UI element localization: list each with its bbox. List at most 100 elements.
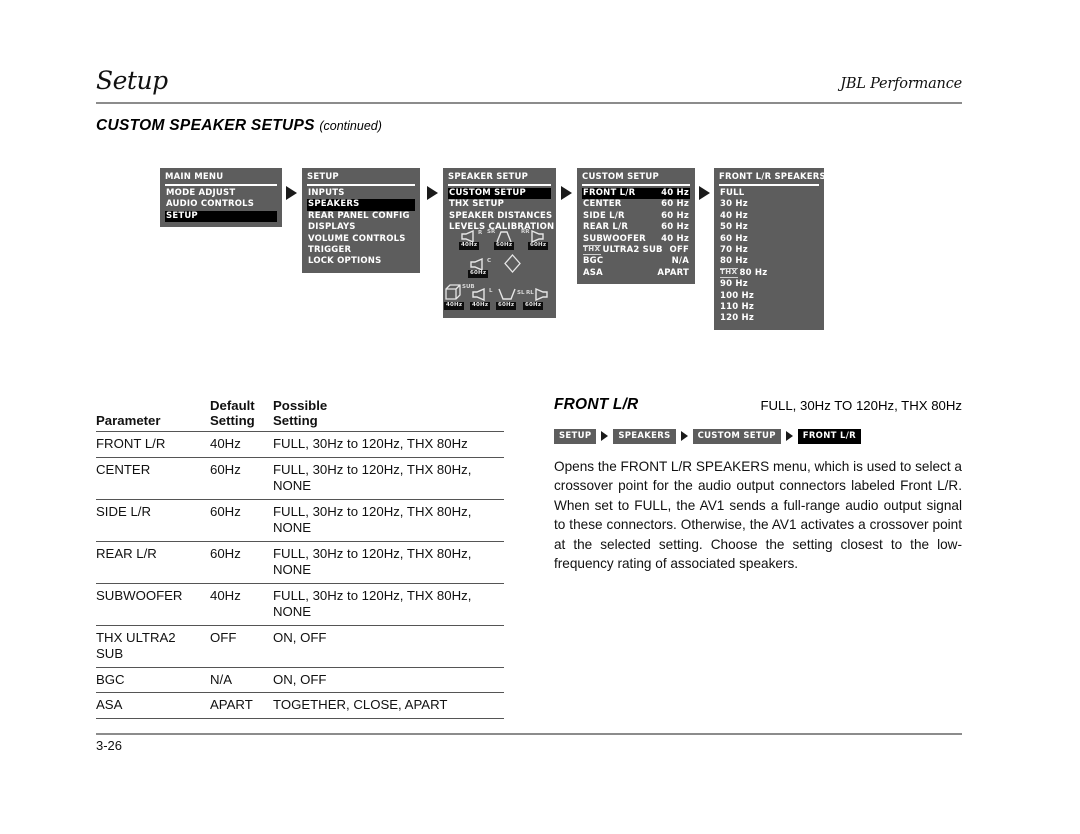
osd-option-110hz[interactable]: 110 Hz [719, 302, 819, 313]
speaker-freq-front-right: 40Hz [459, 242, 480, 250]
table-header-row: Parameter Default Setting Possible Setti… [96, 398, 504, 432]
osd-item-volume-controls[interactable]: VOLUME CONTROLS [307, 234, 415, 245]
cell-default: 60Hz [210, 461, 241, 477]
osd-row-rear-lr[interactable]: REAR L/R 60 Hz [582, 222, 690, 233]
breadcrumb-item-speakers[interactable]: SPEAKERS [613, 428, 676, 444]
parameter-table: Parameter Default Setting Possible Setti… [96, 398, 504, 719]
osd-row-value: 40 Hz [661, 233, 689, 244]
breadcrumb-item-front-lr[interactable]: FRONT L/R [797, 428, 861, 444]
osd-row-label: SIDE L/R [583, 210, 625, 221]
column-header-default-line1: Default [210, 398, 255, 413]
osd-option-70hz[interactable]: 70 Hz [719, 245, 819, 256]
osd-item-displays[interactable]: DISPLAYS [307, 222, 415, 233]
osd-option-90hz[interactable]: 90 Hz [719, 279, 819, 290]
osd-item-speakers[interactable]: SPEAKERS [307, 199, 415, 211]
osd-title-custom-setup: CUSTOM SETUP [582, 172, 659, 182]
osd-row-center[interactable]: CENTER 60 Hz [582, 199, 690, 210]
osd-title-main-menu: MAIN MENU [165, 172, 224, 182]
osd-panel-setup: SETUP INPUTS SPEAKERS REAR PANEL CONFIG … [302, 168, 420, 273]
table-row: SUBWOOFER 40Hz FULL, 30Hz to 120Hz, THX … [96, 583, 504, 625]
osd-item-rear-panel-config[interactable]: REAR PANEL CONFIG [307, 211, 415, 222]
osd-option-60hz[interactable]: 60 Hz [719, 234, 819, 245]
breadcrumb: SETUP SPEAKERS CUSTOM SETUP FRONT L/R [554, 428, 962, 444]
front-lr-body-text: Opens the FRONT L/R SPEAKERS menu, which… [554, 459, 962, 572]
osd-row-bgc[interactable]: BGC N/A [582, 256, 690, 267]
osd-option-full[interactable]: FULL [719, 188, 819, 199]
section-heading-continued: (continued) [319, 119, 382, 133]
osd-title-divider [307, 184, 415, 186]
osd-title-divider [582, 184, 690, 186]
osd-row-side-lr[interactable]: SIDE L/R 60 Hz [582, 211, 690, 222]
speaker-freq-center: 60Hz [468, 270, 489, 278]
breadcrumb-item-setup[interactable]: SETUP [554, 428, 597, 444]
table-row: SIDE L/R 60Hz FULL, 30Hz to 120Hz, THX 8… [96, 499, 504, 541]
table-row: FRONT L/R 40Hz FULL, 30Hz to 120Hz, THX … [96, 432, 504, 457]
osd-title-front-lr-speakers: FRONT L/R SPEAKERS [719, 172, 826, 182]
osd-item-setup[interactable]: SETUP [165, 210, 277, 223]
cell-parameter: SUBWOOFER [96, 587, 183, 603]
osd-row-label: FRONT L/R [583, 188, 636, 198]
osd-row-asa[interactable]: ASA APART [582, 268, 690, 279]
speaker-freq-surround-left: 60Hz [496, 302, 517, 310]
table-row: THX ULTRA2 SUB OFF ON, OFF [96, 625, 504, 667]
flow-arrow-icon [286, 186, 297, 200]
cell-default: 40Hz [210, 436, 241, 451]
flow-arrow-icon [427, 186, 438, 200]
osd-row-front-lr[interactable]: FRONT L/R 40 Hz [582, 188, 690, 200]
column-header-possible-line2: Setting [273, 413, 318, 428]
cell-default: OFF [210, 629, 237, 645]
osd-title-setup: SETUP [307, 172, 339, 182]
osd-title-divider [719, 184, 819, 186]
osd-option-label: 80 Hz [739, 267, 768, 278]
listening-position-icon [504, 254, 521, 277]
osd-item-mode-adjust[interactable]: MODE ADJUST [165, 188, 277, 199]
osd-row-value: 60 Hz [661, 222, 689, 233]
osd-row-value: OFF [669, 245, 689, 256]
osd-row-label: CENTER [583, 199, 622, 210]
cell-default: N/A [210, 671, 232, 687]
osd-item-custom-setup[interactable]: CUSTOM SETUP [448, 188, 551, 200]
cell-possible: TOGETHER, CLOSE, APART [273, 697, 448, 712]
osd-option-thx-80hz[interactable]: THX 80 Hz [719, 267, 819, 279]
osd-option-50hz[interactable]: 50 Hz [719, 222, 819, 233]
osd-row-subwoofer[interactable]: SUBWOOFER 40 Hz [582, 234, 690, 245]
osd-panel-main-menu: MAIN MENU MODE ADJUST AUDIO CONTROLS SET… [160, 168, 282, 228]
cell-parameter: SIDE L/R [96, 503, 151, 519]
front-lr-possible-values: FULL, 30Hz TO 120Hz, THX 80Hz [760, 398, 962, 413]
osd-title-speaker-setup: SPEAKER SETUP [448, 172, 529, 182]
column-header-possible-line1: Possible [273, 398, 328, 413]
osd-item-thx-setup[interactable]: THX SETUP [448, 199, 551, 210]
front-lr-description-section: FRONT L/R FULL, 30Hz TO 120Hz, THX 80Hz … [554, 396, 962, 573]
front-lr-title: FRONT L/R [554, 396, 639, 413]
cell-possible: FULL, 30Hz to 120Hz, THX 80Hz, NONE [273, 503, 472, 536]
speaker-freq-front-left: 40Hz [470, 302, 491, 310]
speaker-freq-surround-right: 60Hz [494, 242, 515, 250]
speaker-freq-subwoofer: 40Hz [444, 302, 465, 310]
osd-option-120hz[interactable]: 120 Hz [719, 313, 819, 324]
osd-item-lock-options[interactable]: LOCK OPTIONS [307, 256, 415, 267]
osd-option-100hz[interactable]: 100 Hz [719, 291, 819, 302]
osd-option-30hz[interactable]: 30 Hz [719, 199, 819, 210]
speaker-label-surround-right: SR [487, 229, 496, 235]
speaker-label-front-right: R [478, 230, 483, 236]
osd-item-speaker-distances[interactable]: SPEAKER DISTANCES [448, 211, 552, 222]
osd-item-inputs[interactable]: INPUTS [307, 188, 415, 199]
header-divider [96, 102, 962, 104]
osd-item-trigger[interactable]: TRIGGER [307, 245, 415, 256]
osd-item-audio-controls[interactable]: AUDIO CONTROLS [165, 199, 277, 210]
section-heading-text: CUSTOM SPEAKER SETUPS [96, 117, 315, 134]
thx-logo-icon: THX [720, 267, 738, 278]
osd-row-label: BGC [583, 256, 604, 267]
table-row: BGC N/A ON, OFF [96, 667, 504, 693]
speaker-label-rear-left: RL [526, 290, 534, 296]
osd-row-label: REAR L/R [583, 222, 629, 233]
osd-row-label: SUBWOOFER [583, 233, 646, 244]
speaker-freq-rear-right: 60Hz [528, 242, 549, 250]
osd-option-40hz[interactable]: 40 Hz [719, 211, 819, 222]
osd-row-thx-ultra2-sub[interactable]: THX ULTRA2 SUB OFF [582, 245, 690, 256]
breadcrumb-item-custom-setup[interactable]: CUSTOM SETUP [692, 428, 781, 444]
footer-divider [96, 733, 962, 735]
osd-row-value: APART [657, 267, 689, 278]
osd-option-80hz[interactable]: 80 Hz [719, 256, 819, 267]
speaker-layout-diagram: R 40Hz SR 60Hz RR 60Hz C 60Hz SUB 40Hz L [443, 226, 556, 318]
